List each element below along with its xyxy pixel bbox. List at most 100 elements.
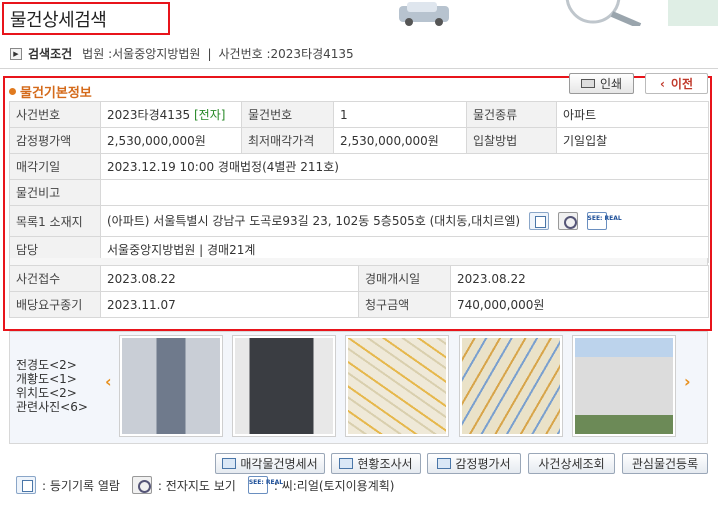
icon-legend: : 등기기록 열람 : 전자지도 보기 SEE: REAL : 씨:리얼(토지이… — [16, 476, 394, 494]
print-button[interactable]: 인쇄 — [569, 73, 634, 94]
photo-category-exterior[interactable]: 전경도<2> — [16, 358, 88, 372]
appraisal-report-button[interactable]: 감정평가서 — [427, 453, 521, 474]
criteria-case: 2023타경4135 — [270, 47, 354, 61]
status-report-button[interactable]: 현황조사서 — [331, 453, 421, 474]
dividend-deadline-value: 2023.11.07 — [100, 291, 359, 318]
case-received-value: 2023.08.22 — [100, 265, 359, 292]
dividend-deadline-header: 배당요구종기 — [9, 291, 101, 318]
watchlist-button[interactable]: 관심물건등록 — [622, 453, 708, 474]
auction-start-value: 2023.08.22 — [450, 265, 709, 292]
watchlist-label: 관심물건등록 — [631, 457, 699, 471]
map-magnifier-icon — [131, 476, 152, 494]
section-title: 물건기본정보 — [9, 82, 92, 101]
remarks-header: 물건비고 — [9, 179, 101, 206]
search-criteria: ▶ 검색조건 법원 : 서울중앙지방법원 | 사건번호 : 2023타경4135 — [10, 45, 354, 62]
table-row: 목록1 소재지 (아파트) 서울특별시 강남구 도곡로93길 23, 102동 … — [9, 205, 709, 237]
basic-info-table: 사건번호 2023타경4135 [전자] 물건번호 1 물건종류 아파트 감정평… — [9, 101, 709, 263]
photo-thumbnail[interactable] — [459, 335, 563, 437]
photo-category-location[interactable]: 위치도<2> — [16, 386, 88, 400]
appraisal-header: 감정평가액 — [9, 127, 101, 154]
table-row: 감정평가액 2,530,000,000원 최저매각가격 2,530,000,00… — [9, 127, 709, 154]
claim-amount-value: 740,000,000원 — [450, 291, 709, 318]
document-icon — [16, 476, 36, 494]
table-row: 사건접수 2023.08.22 경매개시일 2023.08.22 — [9, 265, 709, 292]
case-info-table: 사건접수 2023.08.22 경매개시일 2023.08.22 배당요구종기 … — [9, 265, 709, 318]
case-number-cell: 2023타경4135 [전자] — [100, 101, 242, 128]
photo-thumbnail[interactable] — [232, 335, 336, 437]
photo-image — [575, 338, 673, 434]
criteria-court: 서울중앙지방법원 — [112, 47, 201, 61]
photo-thumbnail[interactable] — [345, 335, 449, 437]
address-cell: (아파트) 서울특별시 강남구 도곡로93길 23, 102동 5층505호 (… — [100, 205, 709, 237]
address-header: 목록1 소재지 — [9, 205, 101, 237]
case-number-header: 사건번호 — [9, 101, 101, 128]
sale-spec-label: 매각물건명세서 — [240, 457, 318, 471]
bid-method-header: 입찰방법 — [466, 127, 557, 154]
prev-button-label: 이전 — [670, 77, 694, 91]
min-price-value: 2,530,000,000원 — [333, 127, 467, 154]
photo-category-overview[interactable]: 개황도<1> — [16, 372, 88, 386]
sale-date-header: 매각기일 — [9, 153, 101, 180]
remarks-value — [100, 179, 709, 206]
photo-thumbnail[interactable] — [572, 335, 676, 437]
item-type-header: 물건종류 — [466, 101, 557, 128]
table-row: 사건번호 2023타경4135 [전자] 물건번호 1 물건종류 아파트 — [9, 101, 709, 128]
claim-amount-header: 청구금액 — [358, 291, 451, 318]
seereal-icon: SEE: REAL — [247, 476, 283, 494]
document-icon — [339, 458, 354, 469]
table-row: 물건비고 — [9, 179, 709, 206]
criteria-label: 검색조건 — [28, 47, 73, 61]
page-title: 물건상세검색 — [10, 10, 107, 31]
chevron-left-icon: ‹ — [659, 76, 665, 91]
legend-map: : 전자지도 보기 — [157, 478, 236, 493]
table-spacer — [9, 258, 708, 265]
bullet-icon — [9, 88, 16, 95]
header-magnifier-illustration — [565, 0, 718, 26]
header-car-illustration — [399, 2, 449, 26]
appraisal-value: 2,530,000,000원 — [100, 127, 242, 154]
criteria-court-label: 법원 : — [82, 47, 113, 61]
map-magnifier-icon[interactable] — [557, 212, 578, 231]
case-detail-button[interactable]: 사건상세조회 — [528, 453, 615, 474]
item-number-value: 1 — [333, 101, 467, 128]
status-report-label: 현황조사서 — [357, 457, 413, 471]
sale-date-value: 2023.12.19 10:00 경매법정(4별관 211호) — [100, 153, 709, 180]
arrow-right-icon: ▶ — [10, 47, 22, 60]
case-detail-label: 사건상세조회 — [538, 457, 605, 471]
criteria-separator: | — [207, 46, 212, 61]
prev-button[interactable]: ‹ 이전 — [645, 73, 708, 94]
appraisal-report-label: 감정평가서 — [455, 457, 511, 471]
auction-start-header: 경매개시일 — [358, 265, 451, 292]
seereal-icon[interactable]: SEE: REAL — [586, 212, 622, 231]
chevron-left-icon[interactable]: ‹ — [105, 372, 112, 391]
case-number-value: 2023타경4135 — [107, 108, 191, 122]
printer-icon — [580, 79, 595, 88]
document-icon[interactable] — [528, 212, 549, 231]
print-button-label: 인쇄 — [599, 77, 623, 91]
bid-method-value: 기일입찰 — [556, 127, 709, 154]
photo-thumbnail[interactable] — [119, 335, 223, 437]
photo-image — [122, 338, 220, 434]
photo-image — [462, 338, 560, 434]
legend-seereal: : 씨:리얼(토지이용계획) — [273, 478, 395, 493]
criteria-case-label: 사건번호 : — [218, 47, 271, 61]
sale-spec-button[interactable]: 매각물건명세서 — [215, 453, 325, 474]
section-title-text: 물건기본정보 — [20, 86, 92, 101]
table-row: 매각기일 2023.12.19 10:00 경매법정(4별관 211호) — [9, 153, 709, 180]
item-number-header: 물건번호 — [241, 101, 334, 128]
edit-document-icon — [437, 458, 452, 469]
photo-category-related[interactable]: 관련사진<6> — [16, 400, 88, 414]
photo-category-list: 전경도<2> 개황도<1> 위치도<2> 관련사진<6> — [16, 358, 88, 414]
page-title-box: 물건상세검색 — [2, 2, 170, 35]
table-row: 배당요구종기 2023.11.07 청구금액 740,000,000원 — [9, 291, 709, 318]
divider — [0, 68, 718, 69]
chevron-right-icon[interactable]: › — [684, 372, 691, 391]
photo-image — [235, 338, 333, 434]
min-price-header: 최저매각가격 — [241, 127, 334, 154]
legend-registry: : 등기기록 열람 — [42, 478, 120, 493]
document-icon — [222, 458, 237, 469]
address-value: (아파트) 서울특별시 강남구 도곡로93길 23, 102동 5층505호 (… — [107, 213, 521, 228]
case-received-header: 사건접수 — [9, 265, 101, 292]
electronic-badge: [전자] — [194, 108, 226, 122]
item-type-value: 아파트 — [556, 101, 709, 128]
